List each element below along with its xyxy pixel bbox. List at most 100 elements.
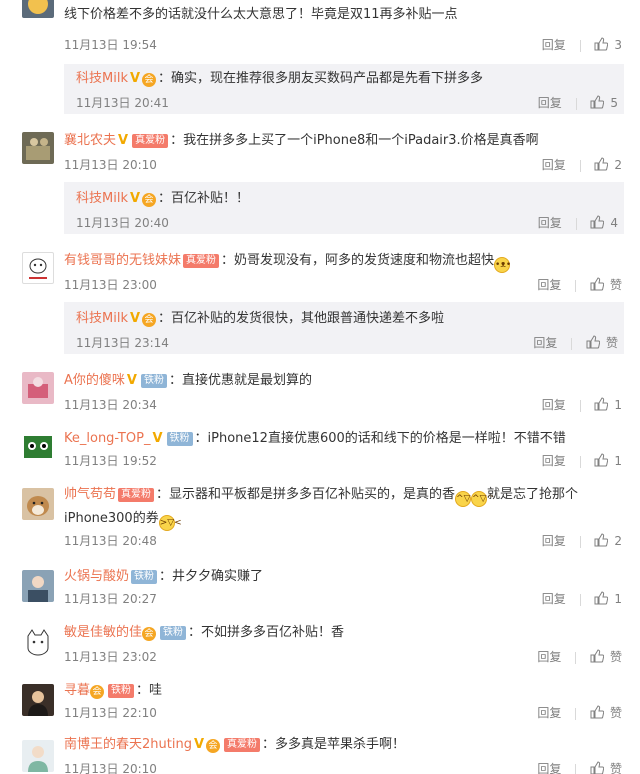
like-count[interactable]: 2 — [614, 158, 622, 172]
avatar[interactable] — [22, 626, 54, 658]
reply-button[interactable]: 回复 — [537, 276, 561, 293]
user-name[interactable]: Ke_long-TOP_ — [64, 431, 150, 446]
comment-line: 敏是佳敏的佳会铁粉 ：不如拼多多百亿补贴！香 — [64, 625, 345, 641]
like-label[interactable]: 赞 — [606, 336, 618, 350]
avatar[interactable] — [22, 132, 54, 164]
reply-button[interactable]: 回复 — [538, 214, 562, 231]
like-count[interactable]: 1 — [614, 592, 622, 606]
like-label[interactable]: 赞 — [610, 706, 622, 720]
vip-icon: 会 — [142, 193, 157, 207]
user-name[interactable]: 科技Milk — [76, 311, 128, 326]
emoji-cry-laugh-icon: >▽< — [158, 515, 182, 531]
like-count[interactable]: 3 — [614, 38, 622, 52]
comment-actions: 回复 1 — [542, 396, 622, 414]
like-icon[interactable] — [590, 277, 605, 294]
avatar[interactable] — [22, 372, 54, 404]
comment-text: iPhone300的券 — [64, 511, 159, 526]
user-name[interactable]: 有钱哥哥的无钱妹妹 — [64, 253, 181, 268]
comment-time: 11月13日 23:00 — [64, 278, 157, 292]
like-icon[interactable] — [594, 37, 609, 54]
like-label[interactable]: 赞 — [610, 762, 622, 774]
like-count[interactable]: 1 — [614, 454, 622, 468]
like-icon[interactable] — [594, 533, 609, 550]
like-icon[interactable] — [594, 397, 609, 414]
like-icon[interactable] — [590, 215, 605, 232]
comment-actions: 回复 2 — [542, 532, 622, 550]
user-name[interactable]: 火锅与酸奶 — [64, 569, 129, 584]
comment-text: 线下价格差不多的话就没什么太大意思了！毕竟是双11再多补贴一点 — [64, 7, 458, 22]
like-count[interactable]: 2 — [614, 534, 622, 548]
user-name[interactable]: 敏是佳敏的佳 — [64, 625, 142, 640]
comment-time: 11月13日 20:10 — [64, 762, 157, 774]
fan-badge: 铁粉 — [166, 432, 193, 446]
reply-button[interactable]: 回复 — [537, 760, 561, 774]
reply-button[interactable]: 回复 — [542, 590, 566, 607]
like-label[interactable]: 赞 — [610, 650, 622, 664]
like-count[interactable]: 1 — [614, 398, 622, 412]
comment-item: Ke_long-TOP_ V 铁粉 ：iPhone12直接优惠600的话和线下的价格是… — [0, 422, 640, 478]
reply-button[interactable]: 回复 — [542, 156, 566, 173]
divider — [579, 455, 581, 468]
user-name[interactable]: 襄北农夫 — [64, 133, 116, 148]
like-count[interactable]: 5 — [610, 96, 618, 110]
user-name[interactable]: 南博王的春天2huting — [64, 737, 192, 752]
like-icon[interactable] — [590, 761, 605, 774]
reply-button[interactable]: 回复 — [537, 704, 561, 721]
like-icon[interactable] — [594, 157, 609, 174]
comment-text: 直接优惠就是最划算的 — [181, 373, 312, 388]
comment-actions: 回复 3 — [542, 36, 622, 54]
comment-time: 11月13日 19:52 — [64, 454, 157, 468]
vip-icon: 会 — [206, 739, 221, 753]
avatar[interactable] — [22, 570, 54, 602]
like-icon[interactable] — [586, 335, 601, 352]
divider — [579, 535, 581, 548]
comment-item: 寻暮会铁粉 ：哇 11月13日 22:10 回复 赞 — [0, 678, 640, 730]
verified-icon: V — [193, 737, 205, 752]
comment-time: 11月13日 19:54 — [64, 38, 157, 52]
comment-line: 寻暮会铁粉 ：哇 — [64, 683, 163, 699]
comment-item: 敏是佳敏的佳会铁粉 ：不如拼多多百亿补贴！香 11月13日 23:02 回复 赞 — [0, 620, 640, 676]
like-icon[interactable] — [590, 705, 605, 722]
comment-top: 线下价格差不多的话就没什么太大意思了！毕竟是双11再多补贴一点 11月13日 1… — [0, 0, 640, 64]
comment-time: 11月13日 20:41 — [76, 96, 169, 110]
comment-text-continued: 就是忘了抢那个 — [487, 487, 579, 502]
avatar[interactable] — [22, 488, 54, 520]
vip-icon: 会 — [90, 685, 105, 699]
like-icon[interactable] — [594, 591, 609, 608]
avatar[interactable] — [22, 684, 54, 716]
like-count[interactable]: 4 — [610, 216, 618, 230]
comment-actions: 回复 赞 — [537, 760, 622, 774]
divider — [579, 399, 581, 412]
user-name[interactable]: 帅气苟苟 — [64, 487, 116, 502]
comment-text: 我在拼多多上买了一个iPhone8和一个iPadair3.价格是真香啊 — [183, 133, 539, 148]
reply-button[interactable]: 回复 — [542, 396, 566, 413]
reply-button[interactable]: 回复 — [542, 452, 566, 469]
reply-button[interactable]: 回复 — [533, 334, 557, 351]
verified-icon: V — [152, 431, 163, 446]
comment-text: 哇 — [149, 683, 163, 698]
avatar[interactable] — [22, 0, 54, 18]
reply-button[interactable]: 回复 — [538, 94, 562, 111]
verified-icon: V — [129, 71, 141, 86]
avatar[interactable] — [22, 740, 54, 772]
like-icon[interactable] — [594, 453, 609, 470]
fan-badge: 真爱粉 — [224, 738, 261, 752]
comment-item: A你的傻咪 V 铁粉 ：直接优惠就是最划算的 11月13日 20:34 回复 1 — [0, 364, 640, 416]
user-name[interactable]: A你的傻咪 — [64, 373, 125, 388]
reply-button[interactable]: 回复 — [542, 36, 566, 53]
user-name[interactable]: 科技Milk — [76, 71, 128, 86]
like-icon[interactable] — [590, 95, 605, 112]
comment-line-2: iPhone300的券>▽< — [64, 510, 182, 531]
comment-line: 火锅与酸奶 铁粉 ：井夕夕确实赚了 — [64, 569, 264, 584]
comment-item: 火锅与酸奶 铁粉 ：井夕夕确实赚了 11月13日 20:27 回复 1 — [0, 562, 640, 614]
divider — [579, 159, 581, 172]
user-name[interactable]: 科技Milk — [76, 191, 128, 206]
user-name[interactable]: 寻暮 — [64, 683, 90, 698]
reply-button[interactable]: 回复 — [542, 532, 566, 549]
emoji-laugh-icon: ^▽^ — [455, 491, 478, 507]
like-icon[interactable] — [590, 649, 605, 666]
avatar[interactable] — [22, 252, 54, 284]
reply-button[interactable]: 回复 — [537, 648, 561, 665]
like-label[interactable]: 赞 — [610, 278, 622, 292]
avatar[interactable] — [22, 430, 54, 462]
